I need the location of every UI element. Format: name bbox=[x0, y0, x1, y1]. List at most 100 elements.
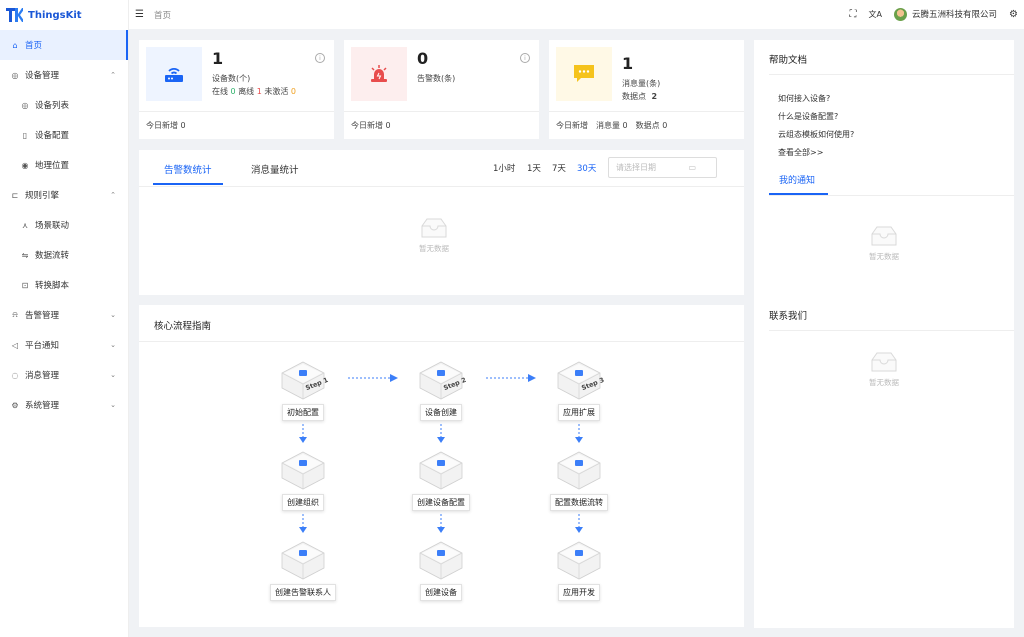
online-count: 0 bbox=[231, 87, 236, 96]
divider bbox=[139, 186, 744, 187]
sidebar-item-4[interactable]: ◉地理位置 bbox=[0, 150, 128, 180]
alarm-count-label: 告警数(条) bbox=[417, 73, 455, 84]
range-1d[interactable]: 1天 bbox=[527, 162, 541, 174]
guide-step-label[interactable]: 创建设备配置 bbox=[412, 494, 470, 511]
router-icon bbox=[146, 47, 202, 101]
today-label: 今日新增 bbox=[146, 121, 178, 130]
sidebar-menu: ⌂首页◎设备管理⌃◎设备列表▯设备配置◉地理位置⊏规则引擎⌃⋏场景联动⇋数据流转… bbox=[0, 30, 128, 420]
tab-alarm-stats[interactable]: 告警数统计 bbox=[164, 162, 212, 176]
guide-step-label[interactable]: 配置数据流转 bbox=[550, 494, 608, 511]
home-icon: ⌂ bbox=[10, 40, 20, 50]
points-label: 数据点 bbox=[622, 92, 646, 101]
thingskit-logo-icon bbox=[6, 8, 23, 22]
top-header: ☰ 首页 ⛶ 文A 云腾五洲科技有限公司 ⚙ bbox=[129, 0, 1024, 29]
empty-box-icon bbox=[867, 224, 901, 248]
sidebar-item-11[interactable]: ◌消息管理⌄ bbox=[0, 360, 128, 390]
sidebar-item-0[interactable]: ⌂首页 bbox=[0, 30, 128, 60]
help-link-connect-device[interactable]: 如何接入设备? bbox=[778, 93, 830, 104]
down-arrow-icon bbox=[575, 514, 583, 534]
today-label: 今日新增 bbox=[556, 120, 588, 131]
tab-message-stats[interactable]: 消息量统计 bbox=[251, 162, 299, 176]
message-count: 1 bbox=[622, 54, 633, 73]
guide-step-label[interactable]: 应用开发 bbox=[558, 584, 600, 601]
location-pin-icon: ◉ bbox=[20, 160, 30, 170]
contact-title: 联系我们 bbox=[769, 308, 807, 322]
guide-step-label[interactable]: 应用扩展 bbox=[558, 404, 600, 421]
sidebar-item-10[interactable]: ◁平台通知⌄ bbox=[0, 330, 128, 360]
tab-my-notifications[interactable]: 我的通知 bbox=[779, 173, 815, 186]
alarm-today: 今日新增 0 bbox=[344, 111, 539, 139]
sidebar-item-label: 数据流转 bbox=[35, 249, 69, 261]
chip-icon[interactable] bbox=[418, 450, 464, 490]
guide-step-label[interactable]: 创建组织 bbox=[282, 494, 324, 511]
device-count: 1 bbox=[212, 49, 223, 68]
dev-icon[interactable] bbox=[556, 540, 602, 580]
sidebar-item-12[interactable]: ⚙系统管理⌄ bbox=[0, 390, 128, 420]
date-picker-input[interactable]: 请选择日期 ▭ bbox=[608, 157, 717, 178]
breadcrumb[interactable]: 首页 bbox=[154, 9, 171, 21]
message-bubble-icon bbox=[556, 47, 612, 101]
app-logo[interactable]: ThingsKit bbox=[0, 0, 128, 30]
guide-step-label[interactable]: 创建告警联系人 bbox=[270, 584, 336, 601]
sidebar-item-3[interactable]: ▯设备配置 bbox=[0, 120, 128, 150]
fullscreen-icon[interactable]: ⛶ bbox=[850, 9, 857, 20]
sidebar-item-2[interactable]: ◎ 设备列表 bbox=[0, 90, 128, 120]
empty-text: 暂无数据 bbox=[869, 377, 899, 388]
info-icon[interactable]: i bbox=[520, 53, 530, 63]
guide-step-label[interactable]: 初始配置 bbox=[282, 404, 324, 421]
contact-empty-state: 暂无数据 bbox=[867, 350, 901, 388]
chevron-down-icon: ⌄ bbox=[110, 311, 116, 319]
guide-step-label[interactable]: 设备创建 bbox=[420, 404, 462, 421]
device-count-card: 1 设备数(个) 在线 0 离线 1 未激活 0 i 今日新增 0 bbox=[139, 40, 334, 139]
translate-icon[interactable]: 文A bbox=[869, 9, 882, 20]
sidebar-item-9[interactable]: ⍾告警管理⌄ bbox=[0, 300, 128, 330]
range-1h[interactable]: 1小时 bbox=[493, 162, 515, 174]
script-icon: ⊡ bbox=[20, 280, 30, 290]
network-icon: ⋏ bbox=[20, 220, 30, 230]
sidebar: ThingsKit ⌂首页◎设备管理⌃◎设备列表▯设备配置◉地理位置⊏规则引擎⌃… bbox=[0, 0, 129, 637]
help-link-view-all[interactable]: 查看全部>> bbox=[778, 147, 823, 158]
app-name: ThingsKit bbox=[28, 10, 82, 21]
info-icon[interactable]: i bbox=[315, 53, 325, 63]
sidebar-item-label: 设备列表 bbox=[35, 99, 69, 111]
contact-icon[interactable] bbox=[280, 540, 326, 580]
menu-fold-icon[interactable]: ☰ bbox=[135, 9, 144, 20]
divider bbox=[769, 195, 1014, 196]
settings-gear-icon[interactable]: ⚙ bbox=[1009, 9, 1018, 20]
eye-icon: ◎ bbox=[20, 100, 30, 110]
sidebar-item-label: 设备管理 bbox=[25, 69, 59, 81]
sidebar-item-7[interactable]: ⇋数据流转 bbox=[0, 240, 128, 270]
core-guide-panel: 核心流程指南 Step 1初始配置创建组织创建告警联系人Step 2设备创建创建… bbox=[139, 305, 744, 627]
guide-step-label[interactable]: 创建设备 bbox=[420, 584, 462, 601]
range-7d[interactable]: 7天 bbox=[552, 162, 566, 174]
help-panel: 帮助文档 如何接入设备? 什么是设备配置? 云组态模板如何使用? 查看全部>> … bbox=[754, 40, 1014, 628]
sidebar-item-label: 转换脚本 bbox=[35, 279, 69, 291]
inactive-label: 未激活 bbox=[264, 87, 288, 96]
help-title: 帮助文档 bbox=[769, 52, 807, 66]
notifications-empty-state: 暂无数据 bbox=[867, 224, 901, 262]
flow-icon[interactable] bbox=[556, 450, 602, 490]
chevron-down-icon: ⌄ bbox=[110, 341, 116, 349]
range-30d[interactable]: 30天 bbox=[577, 162, 596, 174]
sidebar-item-label: 平台通知 bbox=[25, 339, 59, 351]
guide-title: 核心流程指南 bbox=[154, 318, 211, 332]
points-value: 2 bbox=[652, 92, 658, 101]
divider bbox=[769, 330, 1014, 331]
message-count-card: 1 消息量(条) 数据点 2 今日新增 消息量 0 数据点 0 bbox=[549, 40, 744, 139]
down-arrow-icon bbox=[299, 514, 307, 534]
empty-box-icon bbox=[417, 216, 451, 240]
user-menu[interactable]: 云腾五洲科技有限公司 bbox=[894, 8, 997, 21]
sidebar-item-6[interactable]: ⋏场景联动 bbox=[0, 210, 128, 240]
help-link-device-profile[interactable]: 什么是设备配置? bbox=[778, 111, 838, 122]
right-arrow-icon bbox=[348, 374, 398, 382]
help-link-scada-template[interactable]: 云组态模板如何使用? bbox=[778, 129, 854, 140]
eye-icon: ◎ bbox=[10, 70, 20, 80]
today-label: 今日新增 bbox=[351, 121, 383, 130]
sidebar-item-1[interactable]: ◎设备管理⌃ bbox=[0, 60, 128, 90]
alarm-count: 0 bbox=[417, 49, 428, 68]
active-tab-indicator bbox=[153, 183, 223, 185]
org-icon[interactable] bbox=[280, 450, 326, 490]
sidebar-item-5[interactable]: ⊏规则引擎⌃ bbox=[0, 180, 128, 210]
sidebar-item-8[interactable]: ⊡ 转换脚本 bbox=[0, 270, 128, 300]
layer-icon[interactable] bbox=[418, 540, 464, 580]
